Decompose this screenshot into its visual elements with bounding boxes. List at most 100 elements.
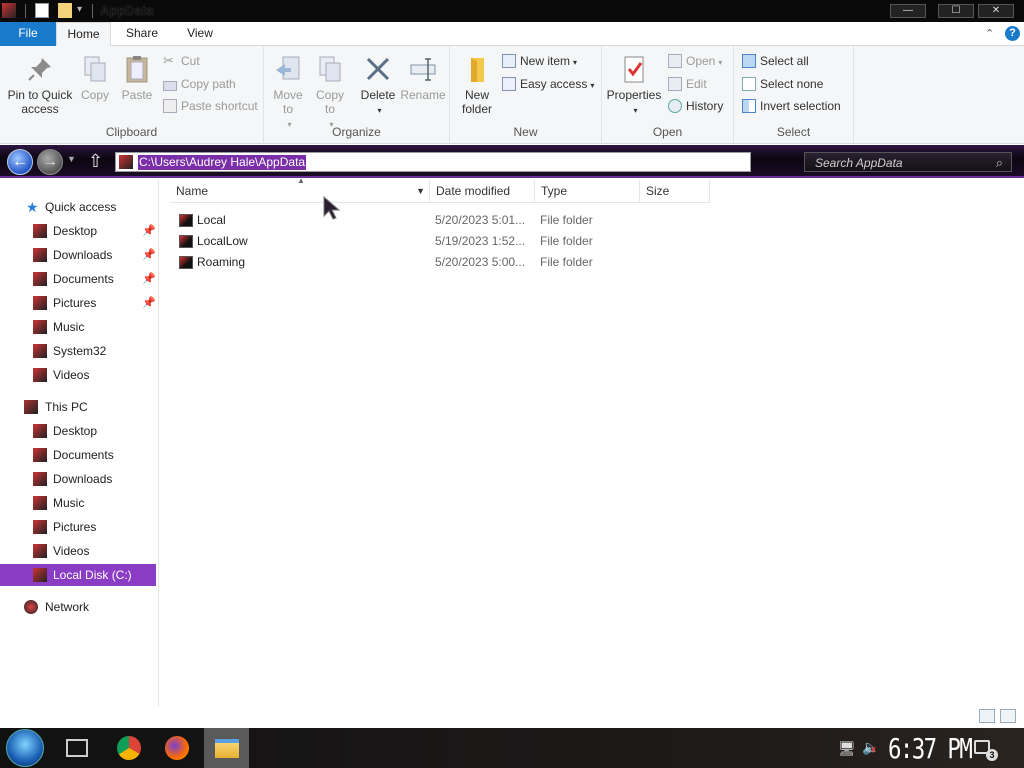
- column-header-type[interactable]: Type: [535, 180, 640, 203]
- nav-label: Network: [45, 600, 90, 614]
- delete-button[interactable]: Delete ▾: [360, 54, 396, 118]
- new-folder-quick-icon[interactable]: [58, 3, 72, 18]
- chrome-icon[interactable]: [117, 736, 141, 760]
- nav-pc-item[interactable]: Downloads: [0, 468, 156, 490]
- forward-arrow-icon[interactable]: →: [37, 149, 63, 175]
- edit-button[interactable]: Edit: [668, 75, 707, 93]
- clipboard-group-label: Clipboard: [105, 125, 158, 139]
- column-header-name[interactable]: Name ▼: [170, 180, 430, 203]
- paste-shortcut-label: Paste shortcut: [181, 99, 258, 113]
- new-folder-button[interactable]: New folder: [456, 54, 498, 116]
- file-row[interactable]: Local 5/20/2023 5:01... File folder: [176, 210, 646, 231]
- nav-pc-item[interactable]: Documents: [0, 444, 156, 466]
- nav-label: Documents: [53, 448, 114, 462]
- nav-quick-item[interactable]: System32: [0, 340, 156, 362]
- easy-access-button[interactable]: Easy access ▾: [502, 75, 594, 93]
- select-all-icon: [742, 54, 756, 68]
- documents-folder-icon: [33, 272, 47, 286]
- nav-label: Downloads: [53, 472, 113, 486]
- new-item-button[interactable]: New item ▾: [502, 52, 577, 70]
- nav-quick-item[interactable]: Downloads 📌: [0, 244, 156, 266]
- paste-button[interactable]: Paste: [120, 54, 154, 102]
- delete-label: Delete: [360, 88, 396, 102]
- tab-file[interactable]: File: [0, 22, 56, 46]
- close-button[interactable]: ✕: [978, 4, 1014, 18]
- nav-quick-item[interactable]: Music: [0, 316, 156, 338]
- minimize-button[interactable]: —: [890, 4, 926, 18]
- large-icons-view-icon[interactable]: [1000, 709, 1016, 723]
- start-button[interactable]: [6, 729, 44, 767]
- file-date: 5/20/2023 5:01...: [435, 213, 526, 227]
- details-view-icon[interactable]: [979, 709, 995, 723]
- nav-quick-item[interactable]: Videos: [0, 364, 156, 386]
- pin-icon[interactable]: 📌: [142, 220, 156, 242]
- properties-button[interactable]: Properties ▾: [606, 54, 662, 118]
- invert-selection-button[interactable]: Invert selection: [742, 97, 841, 115]
- tab-view[interactable]: View: [180, 22, 220, 46]
- system32-folder-icon: [33, 344, 47, 358]
- open-button[interactable]: Open ▾: [668, 52, 722, 70]
- rename-icon: [410, 58, 436, 81]
- rename-button[interactable]: Rename: [400, 54, 446, 102]
- pin-to-quick-access-button[interactable]: Pin to Quick access: [4, 54, 76, 116]
- nav-quick-access[interactable]: ★ Quick access: [0, 196, 156, 218]
- back-arrow-icon[interactable]: ←: [7, 149, 33, 175]
- tab-home[interactable]: Home: [56, 22, 111, 46]
- file-row[interactable]: Roaming 5/20/2023 5:00... File folder: [176, 252, 646, 273]
- network-tray-icon[interactable]: 🖥: [838, 740, 856, 757]
- nav-pc-item[interactable]: Music: [0, 492, 156, 514]
- file-name: Local: [197, 213, 226, 227]
- properties-quick-icon[interactable]: [35, 3, 49, 18]
- select-group-label: Select: [776, 125, 811, 139]
- nav-this-pc[interactable]: This PC: [0, 396, 156, 418]
- recent-locations-chevron-icon[interactable]: ▼: [67, 154, 76, 164]
- select-none-button[interactable]: Select none: [742, 75, 823, 93]
- nav-label: Documents: [53, 272, 114, 286]
- nav-quick-item[interactable]: Desktop 📌: [0, 220, 156, 242]
- history-button[interactable]: History: [668, 97, 723, 115]
- nav-network[interactable]: Network: [0, 596, 156, 618]
- search-input[interactable]: Search AppData ⌕: [804, 152, 1012, 172]
- taskbar: 🖥 🔈 x 6:37 PM 3: [0, 728, 1024, 768]
- select-all-button[interactable]: Select all: [742, 52, 809, 70]
- firefox-icon[interactable]: [165, 736, 189, 760]
- column-header-size[interactable]: Size: [640, 180, 710, 203]
- chevron-up-icon[interactable]: ⌃: [985, 27, 994, 40]
- tab-share[interactable]: Share: [118, 22, 166, 46]
- app-icon[interactable]: [2, 3, 16, 18]
- open-group-label: Open: [652, 125, 683, 139]
- clock[interactable]: 6:37 PM: [888, 732, 973, 765]
- edit-label: Edit: [686, 77, 707, 91]
- chevron-down-icon[interactable]: ▼: [416, 180, 425, 203]
- pin-icon[interactable]: 📌: [142, 244, 156, 266]
- copy-to-button[interactable]: Copy to ▾: [312, 54, 348, 132]
- paste-shortcut-button[interactable]: Paste shortcut: [163, 97, 258, 115]
- select-none-icon: [742, 77, 756, 91]
- notification-count: 3: [986, 749, 998, 761]
- file-row[interactable]: LocalLow 5/19/2023 1:52... File folder: [176, 231, 646, 252]
- nav-pc-item[interactable]: Pictures: [0, 516, 156, 538]
- column-header-date[interactable]: Date modified: [430, 180, 535, 203]
- address-input[interactable]: C:\Users\Audrey Hale\AppData: [115, 152, 751, 172]
- search-placeholder: Search AppData: [815, 156, 903, 170]
- nav-pc-item[interactable]: Videos: [0, 540, 156, 562]
- new-group-label: New: [513, 125, 538, 139]
- nav-label: System32: [53, 344, 107, 358]
- copy-path-button[interactable]: Copy path: [163, 75, 236, 93]
- rename-label: Rename: [400, 88, 446, 102]
- maximize-button[interactable]: ☐: [938, 4, 974, 18]
- pin-icon[interactable]: 📌: [142, 292, 156, 314]
- nav-local-disk[interactable]: Local Disk (C:): [0, 564, 156, 586]
- copy-button[interactable]: Copy: [78, 54, 112, 102]
- nav-quick-item[interactable]: Documents 📌: [0, 268, 156, 290]
- pin-icon[interactable]: 📌: [142, 268, 156, 290]
- move-to-button[interactable]: Move to ▾: [270, 54, 306, 132]
- nav-quick-item[interactable]: Pictures 📌: [0, 292, 156, 314]
- nav-pc-item[interactable]: Desktop: [0, 420, 156, 442]
- up-arrow-icon[interactable]: ⇧: [88, 151, 103, 172]
- cut-button[interactable]: ✂ Cut: [163, 52, 200, 70]
- address-path[interactable]: C:\Users\Audrey Hale\AppData: [138, 155, 307, 170]
- task-view-icon[interactable]: [66, 739, 88, 757]
- chevron-down-icon[interactable]: ▾: [77, 4, 82, 15]
- help-icon[interactable]: ?: [1005, 26, 1020, 41]
